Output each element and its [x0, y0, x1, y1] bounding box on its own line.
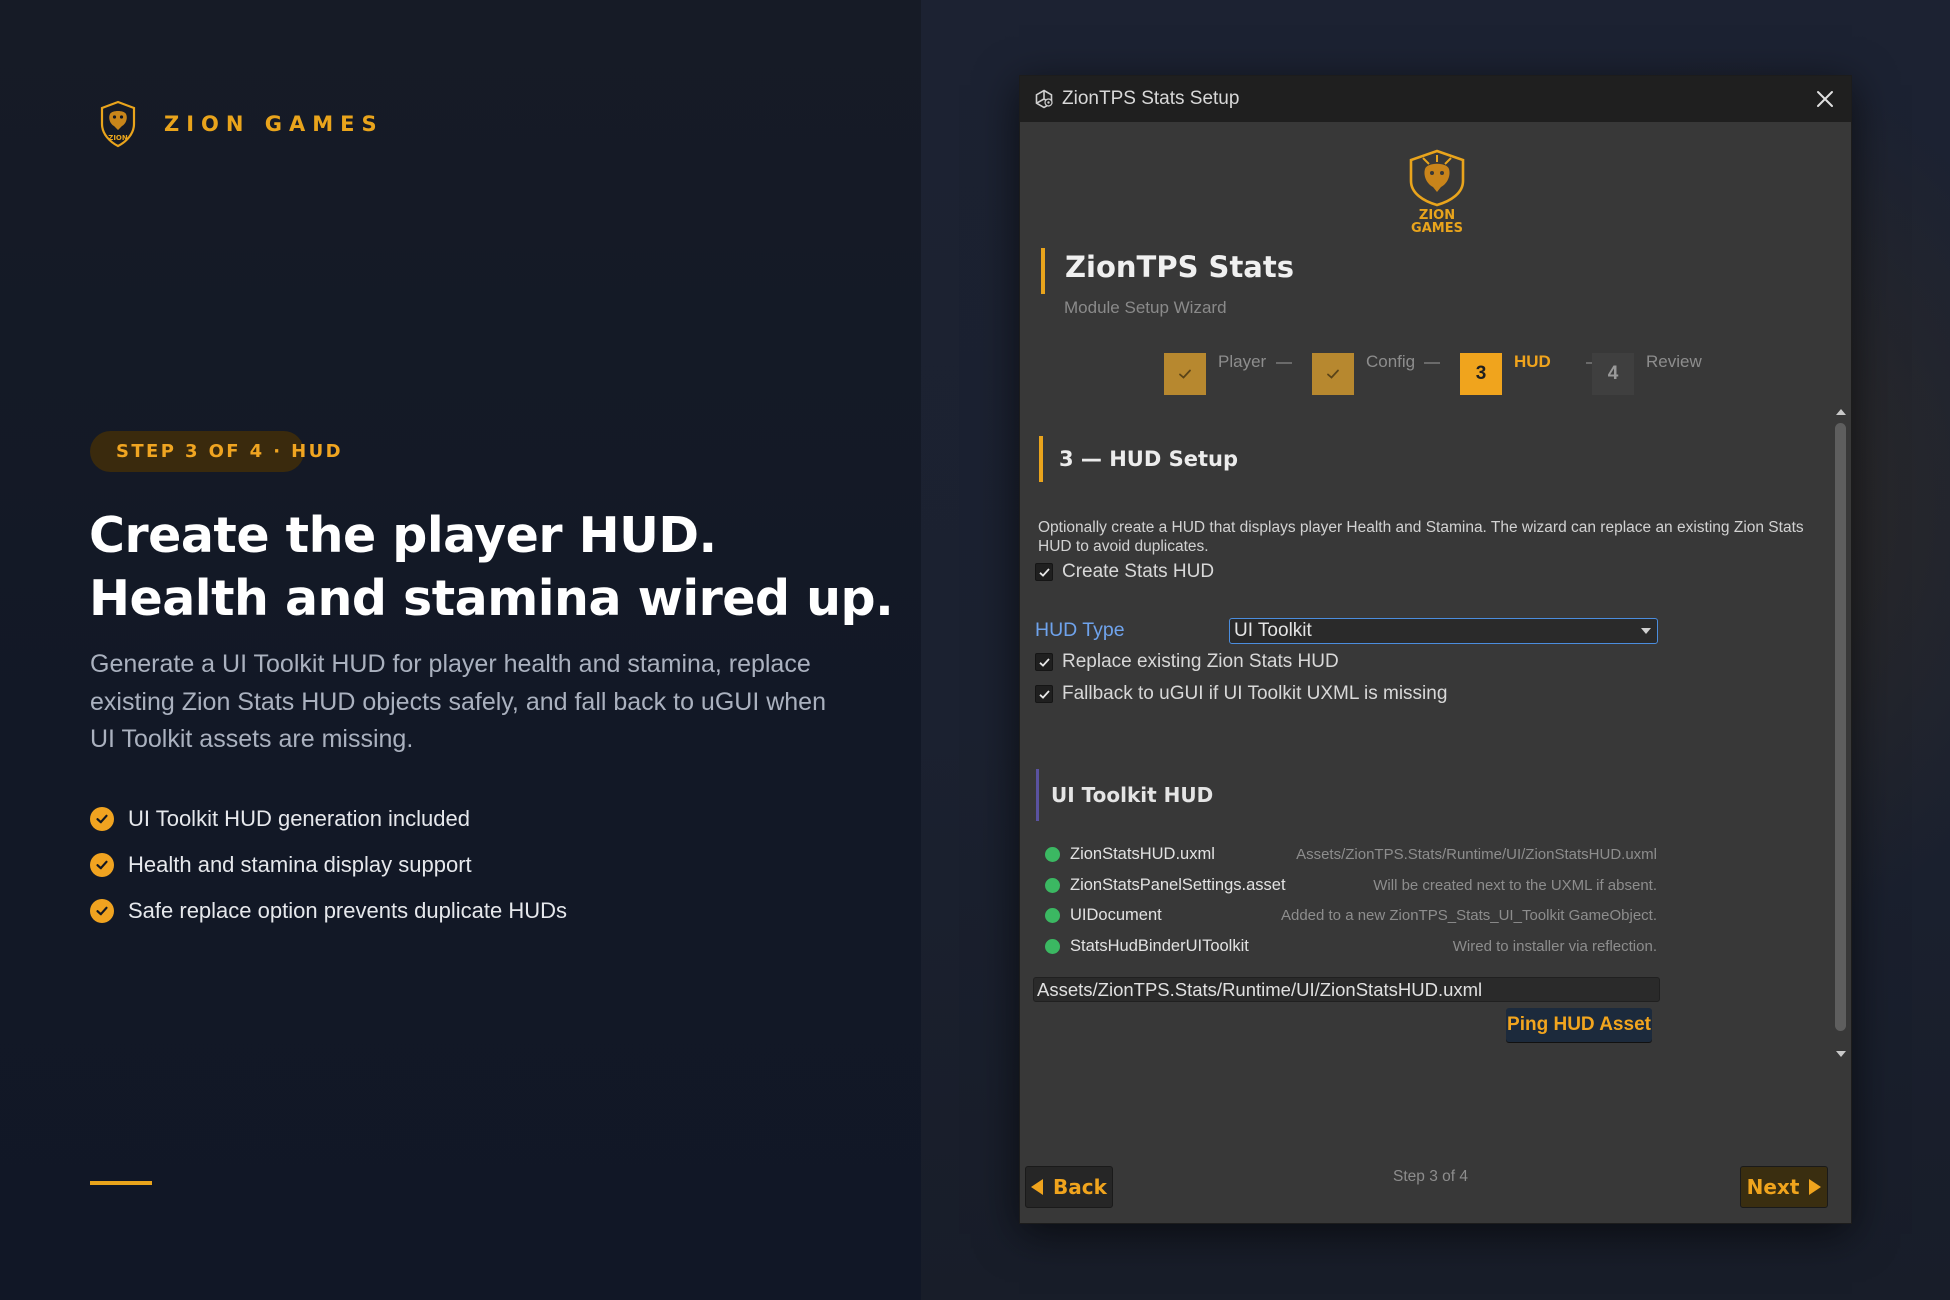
- feature-item: UI Toolkit HUD generation included: [90, 796, 567, 842]
- feature-text: Safe replace option prevents duplicate H…: [128, 898, 568, 923]
- setup-wizard-window: ZionTPS Stats Setup ZION GAMES ZionTPS S…: [1019, 75, 1852, 1224]
- step-config[interactable]: Config: [1312, 344, 1415, 395]
- check-circle-icon: [90, 899, 114, 923]
- fallback-label: Fallback to uGUI if UI Toolkit UXML is m…: [1062, 683, 1448, 704]
- feature-item: Health and stamina display support: [90, 842, 567, 888]
- status-ok-icon: [1045, 877, 1060, 893]
- check-circle-icon: [90, 807, 114, 831]
- status-ok-icon: [1045, 846, 1060, 862]
- ui-toolkit-subsection-header: UI Toolkit HUD: [1036, 769, 1213, 821]
- step-label: Config: [1366, 352, 1416, 371]
- asset-row: ZionStatsPanelSettings.asset Will be cre…: [1045, 873, 1657, 897]
- feature-item: Safe replace option prevents duplicate H…: [90, 888, 567, 934]
- asset-description: Wired to installer via reflection.: [1452, 937, 1657, 955]
- headline-line-1: Create the player HUD.: [89, 507, 717, 564]
- accent-divider: [90, 1181, 152, 1185]
- asset-name: UIDocument: [1070, 905, 1162, 924]
- window-logo-text: ZION GAMES: [1411, 208, 1463, 236]
- asset-row: ZionStatsHUD.uxml Assets/ZionTPS.Stats/R…: [1045, 842, 1657, 866]
- asset-name: StatsHudBinderUIToolkit: [1070, 936, 1249, 955]
- back-button-label: Back: [1053, 1175, 1107, 1199]
- svg-text:ZION: ZION: [108, 134, 128, 142]
- create-hud-row: Create Stats HUD: [1035, 561, 1214, 583]
- back-button[interactable]: Back: [1025, 1166, 1113, 1208]
- step-number: 3: [1460, 353, 1502, 395]
- step-label: HUD: [1514, 352, 1551, 371]
- wizard-subtitle: Module Setup Wizard: [1064, 298, 1227, 317]
- asset-description: Assets/ZionTPS.Stats/Runtime/UI/ZionStat…: [1296, 845, 1657, 863]
- section-title: 3 — HUD Setup: [1059, 447, 1238, 471]
- close-icon[interactable]: [1813, 87, 1837, 111]
- chevron-down-icon: [1641, 628, 1651, 634]
- hud-asset-path-field[interactable]: Assets/ZionTPS.Stats/Runtime/UI/ZionStat…: [1033, 977, 1660, 1002]
- step-separator: [1276, 362, 1292, 364]
- asset-description: Added to a new ZionTPS_Stats_UI_Toolkit …: [1280, 906, 1657, 924]
- check-circle-icon: [90, 853, 114, 877]
- hud-type-label: HUD Type: [1035, 619, 1125, 641]
- asset-name: ZionStatsPanelSettings.asset: [1070, 875, 1286, 894]
- step-review[interactable]: 4 Review: [1592, 344, 1702, 395]
- replace-hud-label: Replace existing Zion Stats HUD: [1062, 651, 1339, 672]
- asset-description: Will be created next to the UXML if abse…: [1373, 876, 1657, 894]
- wizard-header: ZionTPS Stats: [1041, 248, 1294, 294]
- step-hud[interactable]: 3 HUD: [1460, 344, 1551, 395]
- arrow-right-icon: [1809, 1179, 1822, 1195]
- step-label: Review: [1646, 352, 1702, 371]
- scrollbar-thumb[interactable]: [1835, 423, 1846, 1031]
- scroll-down-arrow-icon[interactable]: [1836, 1051, 1846, 1057]
- step-badge: STEP 3 OF 4 · HUD: [90, 431, 341, 472]
- vertical-scrollbar[interactable]: [1834, 409, 1848, 1057]
- hud-asset-path-value: Assets/ZionTPS.Stats/Runtime/UI/ZionStat…: [1037, 978, 1483, 1000]
- replace-hud-row: Replace existing Zion Stats HUD: [1035, 651, 1339, 673]
- headline-line-2: Health and stamina wired up.: [89, 570, 894, 627]
- section-header: 3 — HUD Setup: [1039, 436, 1238, 482]
- feature-list: UI Toolkit HUD generation included Healt…: [90, 796, 567, 934]
- hud-type-value: UI Toolkit: [1234, 620, 1312, 641]
- next-button-label: Next: [1746, 1175, 1800, 1199]
- footer-step-indicator: Step 3 of 4: [1393, 1168, 1468, 1185]
- step-done-check-icon: [1312, 353, 1354, 395]
- step-separator: [1424, 362, 1440, 364]
- step-label: Player: [1218, 352, 1267, 371]
- status-ok-icon: [1045, 907, 1060, 923]
- feature-text: UI Toolkit HUD generation included: [128, 806, 470, 831]
- asset-row: UIDocument Added to a new ZionTPS_Stats_…: [1045, 903, 1657, 927]
- window-title: ZionTPS Stats Setup: [1062, 88, 1240, 109]
- step-done-check-icon: [1164, 353, 1206, 395]
- asset-row: StatsHudBinderUIToolkit Wired to install…: [1045, 934, 1657, 958]
- hud-type-dropdown[interactable]: UI Toolkit: [1229, 618, 1658, 644]
- replace-hud-checkbox[interactable]: [1035, 653, 1053, 671]
- zion-lion-logo-icon: ZION: [100, 100, 136, 148]
- wizard-title: ZionTPS Stats: [1065, 250, 1294, 284]
- create-hud-label: Create Stats HUD: [1062, 561, 1215, 582]
- create-hud-checkbox[interactable]: [1035, 563, 1053, 581]
- fallback-checkbox[interactable]: [1035, 685, 1053, 703]
- asset-name: ZionStatsHUD.uxml: [1070, 844, 1215, 863]
- fallback-row: Fallback to uGUI if UI Toolkit UXML is m…: [1035, 683, 1447, 705]
- arrow-left-icon: [1031, 1179, 1044, 1195]
- scroll-up-arrow-icon[interactable]: [1836, 409, 1846, 415]
- window-titlebar[interactable]: ZionTPS Stats Setup: [1020, 76, 1851, 122]
- unity-cube-icon: [1035, 89, 1053, 109]
- brand: ZION ZION GAMES: [98, 100, 384, 148]
- ping-hud-asset-button[interactable]: Ping HUD Asset: [1506, 1008, 1652, 1042]
- step-player[interactable]: Player: [1164, 344, 1266, 395]
- step-number: 4: [1592, 353, 1634, 395]
- feature-text: Health and stamina display support: [128, 852, 472, 877]
- hero-description: Generate a UI Toolkit HUD for player hea…: [90, 650, 826, 753]
- subsection-title: UI Toolkit HUD: [1051, 783, 1214, 807]
- next-button[interactable]: Next: [1740, 1166, 1828, 1208]
- brand-name: ZION GAMES: [164, 112, 384, 136]
- marketing-panel: ZION ZION GAMES STEP 3 OF 4 · HUD Create…: [0, 0, 921, 1300]
- status-ok-icon: [1045, 938, 1060, 954]
- section-intro: Optionally create a HUD that displays pl…: [1038, 519, 1804, 555]
- headline: Create the player HUD. Health and stamin…: [89, 504, 894, 630]
